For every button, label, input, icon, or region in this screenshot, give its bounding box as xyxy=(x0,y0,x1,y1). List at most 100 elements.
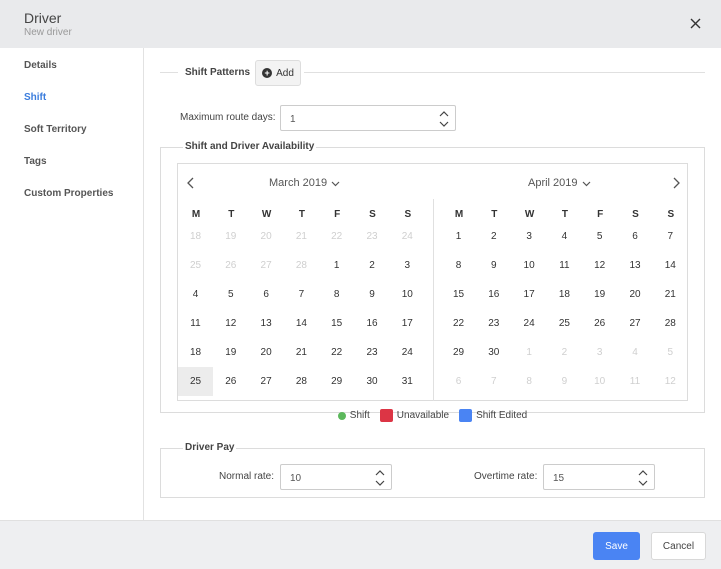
calendar-day[interactable]: 3 xyxy=(582,338,617,367)
calendar-day[interactable]: 11 xyxy=(618,367,653,396)
calendar-day[interactable]: 16 xyxy=(355,309,390,338)
calendar-day[interactable]: 26 xyxy=(213,251,248,280)
sidebar-item-custom-properties[interactable]: Custom Properties xyxy=(24,188,113,199)
calendar-day[interactable]: 3 xyxy=(390,251,425,280)
calendar-day[interactable]: 12 xyxy=(653,367,688,396)
calendar-day[interactable]: 8 xyxy=(441,251,476,280)
calendar-day[interactable]: 27 xyxy=(618,309,653,338)
calendar-day[interactable]: 30 xyxy=(476,338,511,367)
calendar-day[interactable]: 20 xyxy=(249,338,284,367)
calendar-day[interactable]: 21 xyxy=(653,280,688,309)
calendar-day[interactable]: 25 xyxy=(547,309,582,338)
save-button[interactable]: Save xyxy=(593,532,640,560)
calendar-day[interactable]: 7 xyxy=(653,222,688,251)
calendar-day[interactable]: 2 xyxy=(355,251,390,280)
calendar-day[interactable]: 7 xyxy=(284,280,319,309)
calendar-day[interactable]: 10 xyxy=(390,280,425,309)
calendar-day[interactable]: 6 xyxy=(618,222,653,251)
calendar-day[interactable]: 23 xyxy=(355,338,390,367)
calendar-day[interactable]: 18 xyxy=(178,338,213,367)
calendar-day[interactable]: 28 xyxy=(284,367,319,396)
calendar-day[interactable]: 7 xyxy=(476,367,511,396)
calendar-day[interactable]: 8 xyxy=(512,367,547,396)
calendar-day[interactable]: 12 xyxy=(582,251,617,280)
calendar-day[interactable]: 1 xyxy=(512,338,547,367)
calendar-day[interactable]: 1 xyxy=(319,251,354,280)
max-route-days-input[interactable]: 1 xyxy=(280,105,456,131)
sidebar-item-details[interactable]: Details xyxy=(24,60,57,71)
chevron-left-icon[interactable] xyxy=(184,176,198,190)
calendar-day[interactable]: 24 xyxy=(390,338,425,367)
calendar-day[interactable]: 3 xyxy=(512,222,547,251)
calendar-day[interactable]: 15 xyxy=(441,280,476,309)
calendar-day[interactable]: 15 xyxy=(319,309,354,338)
calendar-day[interactable]: 17 xyxy=(512,280,547,309)
calendar-day[interactable]: 27 xyxy=(249,367,284,396)
calendar-day[interactable]: 17 xyxy=(390,309,425,338)
calendar-day[interactable]: 10 xyxy=(512,251,547,280)
calendar-day[interactable]: 2 xyxy=(547,338,582,367)
calendar-day[interactable]: 24 xyxy=(512,309,547,338)
calendar-day[interactable]: 9 xyxy=(476,251,511,280)
calendar-day[interactable]: 19 xyxy=(213,222,248,251)
calendar-day[interactable]: 14 xyxy=(653,251,688,280)
calendar-day[interactable]: 9 xyxy=(355,280,390,309)
calendar-day[interactable]: 11 xyxy=(178,309,213,338)
add-shift-pattern-button[interactable]: + Add xyxy=(255,60,301,86)
calendar-day[interactable]: 26 xyxy=(582,309,617,338)
sidebar-item-shift[interactable]: Shift xyxy=(24,92,46,103)
calendar-day[interactable]: 2 xyxy=(476,222,511,251)
calendar-day[interactable]: 5 xyxy=(213,280,248,309)
calendar-day[interactable]: 19 xyxy=(582,280,617,309)
calendar-day[interactable]: 29 xyxy=(441,338,476,367)
calendar-day[interactable]: 4 xyxy=(618,338,653,367)
calendar-day[interactable]: 26 xyxy=(213,367,248,396)
overtime-rate-input[interactable]: 15 xyxy=(543,464,655,490)
calendar-day[interactable]: 6 xyxy=(249,280,284,309)
calendar-day[interactable]: 14 xyxy=(284,309,319,338)
calendar-day[interactable]: 21 xyxy=(284,338,319,367)
month-selector-april[interactable]: April 2019 xyxy=(528,177,591,189)
month-selector-march[interactable]: March 2019 xyxy=(269,177,340,189)
calendar-day[interactable]: 22 xyxy=(319,222,354,251)
close-icon[interactable] xyxy=(686,14,706,34)
calendar-day[interactable]: 19 xyxy=(213,338,248,367)
calendar-day[interactable]: 13 xyxy=(618,251,653,280)
calendar-day[interactable]: 28 xyxy=(284,251,319,280)
calendar-day[interactable]: 20 xyxy=(249,222,284,251)
calendar-day[interactable]: 25 xyxy=(178,251,213,280)
calendar-day[interactable]: 4 xyxy=(547,222,582,251)
calendar-day[interactable]: 23 xyxy=(355,222,390,251)
spinner-icon[interactable] xyxy=(638,468,648,488)
sidebar-item-soft-territory[interactable]: Soft Territory xyxy=(24,124,87,135)
calendar-day[interactable]: 20 xyxy=(618,280,653,309)
calendar-day[interactable]: 9 xyxy=(547,367,582,396)
calendar-day[interactable]: 10 xyxy=(582,367,617,396)
calendar-day[interactable]: 30 xyxy=(355,367,390,396)
calendar-day[interactable]: 18 xyxy=(547,280,582,309)
calendar-day[interactable]: 21 xyxy=(284,222,319,251)
sidebar-item-tags[interactable]: Tags xyxy=(24,156,47,167)
calendar-day[interactable]: 25 xyxy=(178,367,213,396)
calendar-day[interactable]: 4 xyxy=(178,280,213,309)
calendar-day[interactable]: 29 xyxy=(319,367,354,396)
calendar-day[interactable]: 22 xyxy=(441,309,476,338)
calendar-day[interactable]: 11 xyxy=(547,251,582,280)
calendar-day[interactable]: 13 xyxy=(249,309,284,338)
spinner-icon[interactable] xyxy=(375,468,385,488)
calendar-day[interactable]: 6 xyxy=(441,367,476,396)
calendar-day[interactable]: 8 xyxy=(319,280,354,309)
calendar-day[interactable]: 23 xyxy=(476,309,511,338)
calendar-day[interactable]: 31 xyxy=(390,367,425,396)
spinner-icon[interactable] xyxy=(439,109,449,129)
calendar-day[interactable]: 16 xyxy=(476,280,511,309)
calendar-day[interactable]: 5 xyxy=(653,338,688,367)
calendar-day[interactable]: 27 xyxy=(249,251,284,280)
calendar-day[interactable]: 18 xyxy=(178,222,213,251)
calendar-day[interactable]: 24 xyxy=(390,222,425,251)
cancel-button[interactable]: Cancel xyxy=(651,532,706,560)
normal-rate-input[interactable]: 10 xyxy=(280,464,392,490)
calendar-day[interactable]: 28 xyxy=(653,309,688,338)
calendar-day[interactable]: 1 xyxy=(441,222,476,251)
chevron-right-icon[interactable] xyxy=(669,176,683,190)
